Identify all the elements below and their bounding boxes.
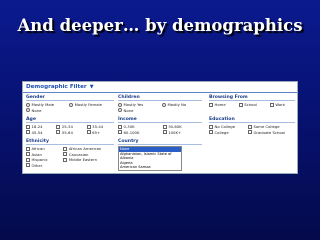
checkbox[interactable] [26,130,30,134]
age-option[interactable]: 35-44 [86,124,114,129]
income-title: Income [118,117,202,123]
gender-option[interactable]: None [26,108,66,113]
browsing-section: Browsing From Home School Work [209,95,295,107]
ethnicity-section: Ethnicity African African American Asian… [26,139,114,168]
children-section: Children Mostly Yes Mostly No None [118,95,202,113]
country-listbox[interactable]: None Afghanistan, Islamic State of Alban… [118,146,182,171]
children-option[interactable]: Mostly Yes [118,102,159,107]
age-option[interactable]: 65+ [86,130,114,135]
checkbox[interactable] [63,152,68,156]
radio-button[interactable] [118,102,122,107]
filter-header-label: Demographic Filter [26,83,87,90]
checkbox[interactable] [247,130,252,134]
income-section: Income 0-30K 30-60K 60-100K 100K+ [118,117,202,135]
checkbox[interactable] [209,124,213,129]
checkbox[interactable] [86,130,91,134]
checkbox[interactable] [162,124,167,129]
income-option[interactable]: 30-60K [162,124,202,129]
chevron-down-icon[interactable]: ▼ [90,82,94,93]
age-option[interactable]: 18-24 [26,124,53,129]
checkbox[interactable] [118,124,122,129]
ethnicity-option[interactable]: African [26,146,60,151]
checkbox[interactable] [86,124,91,129]
income-option[interactable]: 100K+ [162,130,202,135]
checkbox[interactable] [26,146,30,151]
age-option[interactable]: 25-34 [56,124,83,129]
gender-section: Gender Mostly Male Mostly Female None [26,95,114,113]
radio-button[interactable] [161,102,166,107]
checkbox[interactable] [247,124,252,129]
education-title: Education [209,117,295,123]
radio-button[interactable] [118,108,122,112]
filter-header[interactable]: Demographic Filter ▼ [23,82,297,93]
ethnicity-title: Ethnicity [26,139,114,145]
ethnicity-option[interactable]: African American [63,146,114,151]
ethnicity-option[interactable]: Caucasian [63,152,114,157]
children-option[interactable]: None [118,108,159,113]
browsing-option[interactable]: Home [209,102,236,107]
checkbox[interactable] [118,130,122,134]
education-option[interactable]: Graduate School [247,130,295,135]
checkbox[interactable] [26,124,30,129]
checkbox[interactable] [162,130,167,134]
ethnicity-option[interactable]: Middle Eastern [63,157,114,162]
radio-button[interactable] [69,102,74,107]
children-title: Children [118,95,202,101]
income-option[interactable]: 60-100K [118,130,160,135]
checkbox[interactable] [26,152,30,156]
checkbox[interactable] [269,102,274,107]
slide-title: And deeper… by demographics [17,16,303,35]
demographic-filter-panel: Demographic Filter ▼ Gender Mostly Male … [22,81,298,174]
country-title: Country [118,139,202,145]
browsing-title: Browsing From [209,95,295,101]
children-option[interactable]: Mostly No [161,102,202,107]
education-option[interactable]: College [209,130,245,135]
checkbox[interactable] [63,157,68,162]
ethnicity-option[interactable]: Hispanic [26,157,60,162]
browsing-option[interactable]: School [238,102,267,107]
gender-option[interactable]: Mostly Male [26,102,66,107]
checkbox[interactable] [56,124,61,129]
country-section: Country None Afghanistan, Islamic State … [118,139,202,171]
income-option[interactable]: 0-30K [118,124,160,129]
education-option[interactable]: No College [209,124,245,129]
age-title: Age [26,117,114,123]
checkbox[interactable] [26,163,30,167]
radio-button[interactable] [26,102,30,107]
age-option[interactable]: 45-54 [26,130,53,135]
browsing-option[interactable]: Work [269,102,295,107]
gender-title: Gender [26,95,114,101]
checkbox[interactable] [238,102,243,107]
education-option[interactable]: Some College [247,124,295,129]
checkbox[interactable] [26,157,30,162]
checkbox[interactable] [56,130,61,134]
checkbox[interactable] [63,146,68,151]
country-option[interactable]: American Samoa [119,165,181,170]
checkbox[interactable] [209,102,213,107]
gender-option[interactable]: Mostly Female [69,102,114,107]
age-section: Age 18-24 25-34 35-44 45-54 55-64 65+ [26,117,114,135]
education-section: Education No College Some College Colleg… [209,117,295,135]
radio-button[interactable] [26,108,30,112]
age-option[interactable]: 55-64 [56,130,83,135]
checkbox[interactable] [209,130,213,134]
ethnicity-option[interactable]: Asian [26,152,60,157]
ethnicity-option[interactable]: Other [26,163,60,168]
